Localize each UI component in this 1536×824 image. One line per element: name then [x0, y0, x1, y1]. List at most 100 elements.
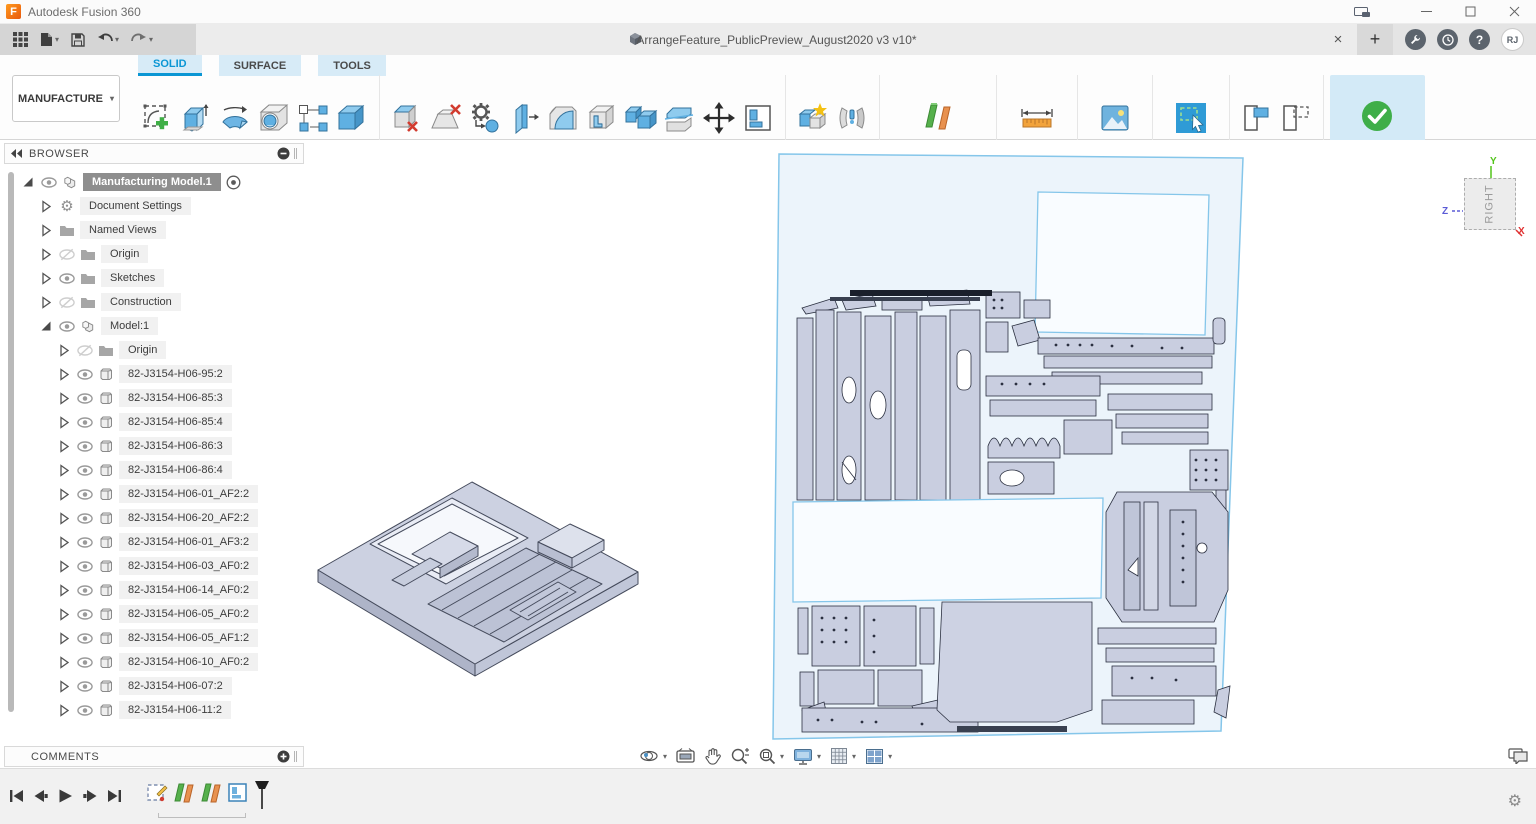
- visibility-eye-icon[interactable]: [77, 680, 93, 693]
- expand-arrow-icon[interactable]: [56, 368, 72, 381]
- select-icon[interactable]: [1173, 100, 1209, 136]
- timeline-arrange-icon[interactable]: [227, 781, 249, 805]
- visibility-eye-icon[interactable]: [77, 512, 93, 525]
- activate-component-radio-icon[interactable]: [226, 175, 242, 190]
- visibility-eye-icon[interactable]: [77, 704, 93, 717]
- expand-arrow-icon[interactable]: [56, 656, 72, 669]
- split-body-icon[interactable]: [662, 100, 698, 136]
- expand-arrow-icon[interactable]: [38, 224, 54, 237]
- close-document-icon[interactable]: ×: [1327, 31, 1349, 48]
- expand-arrow-icon[interactable]: [56, 608, 72, 621]
- tab-surface[interactable]: SURFACE: [219, 55, 302, 76]
- extensions-icon[interactable]: [1405, 29, 1426, 50]
- tree-row-82-j3154-h06-05-af0-2[interactable]: 82-J3154-H06-05_AF0:2: [18, 602, 304, 626]
- insert-image-icon[interactable]: [1097, 100, 1133, 136]
- tab-solid[interactable]: SOLID: [138, 55, 202, 76]
- revert-position-icon[interactable]: [1278, 100, 1314, 136]
- new-document-tab-button[interactable]: +: [1357, 24, 1393, 55]
- comment-bubble-icon[interactable]: [1508, 748, 1528, 769]
- viewcube-face[interactable]: RIGHT: [1464, 178, 1516, 230]
- visibility-eye-icon[interactable]: [77, 656, 93, 669]
- viewcube[interactable]: RIGHT Y Z X: [1442, 158, 1534, 244]
- tree-row-origin[interactable]: Origin: [18, 242, 304, 266]
- create-sketch-icon[interactable]: [139, 100, 175, 136]
- visibility-eye-icon[interactable]: [77, 488, 93, 501]
- redo-icon[interactable]: ▾: [126, 28, 158, 52]
- tree-row-origin[interactable]: Origin: [18, 338, 304, 362]
- move-copy-icon[interactable]: [701, 100, 737, 136]
- expand-arrow-icon[interactable]: [56, 440, 72, 453]
- visibility-eye-icon[interactable]: [77, 464, 93, 477]
- tree-row-82-j3154-h06-07-2[interactable]: 82-J3154-H06-07:2: [18, 674, 304, 698]
- comments-header[interactable]: COMMENTS: [4, 746, 304, 767]
- visibility-eye-icon[interactable]: [77, 392, 93, 405]
- minimize-button[interactable]: [1404, 0, 1448, 23]
- change-parameters-icon[interactable]: [467, 100, 503, 136]
- new-file-icon[interactable]: ▾: [35, 28, 64, 52]
- tree-row-82-j3154-h06-85-4[interactable]: 82-J3154-H06-85:4: [18, 410, 304, 434]
- maximize-button[interactable]: [1448, 0, 1492, 23]
- add-comment-icon[interactable]: [277, 750, 290, 763]
- fit-icon[interactable]: ▾: [756, 746, 786, 766]
- visibility-eye-icon[interactable]: [77, 584, 93, 597]
- hole-icon[interactable]: [256, 100, 292, 136]
- capture-position-icon[interactable]: [1239, 100, 1275, 136]
- tree-row-manufacturing-model-1[interactable]: Manufacturing Model.1: [18, 170, 304, 194]
- expand-arrow-icon[interactable]: [56, 536, 72, 549]
- visibility-eye-icon[interactable]: [77, 440, 93, 453]
- tree-row-82-j3154-h06-86-3[interactable]: 82-J3154-H06-86:3: [18, 434, 304, 458]
- tree-row-82-j3154-h06-14-af0-2[interactable]: 82-J3154-H06-14_AF0:2: [18, 578, 304, 602]
- minimize-panel-icon[interactable]: [277, 147, 290, 160]
- tree-row-sketches[interactable]: Sketches: [18, 266, 304, 290]
- expand-arrow-icon[interactable]: [38, 272, 54, 285]
- visibility-eye-icon[interactable]: [77, 632, 93, 645]
- tree-scrollbar[interactable]: [8, 172, 14, 712]
- expand-arrow-icon[interactable]: [56, 464, 72, 477]
- tree-row-82-j3154-h06-05-af1-2[interactable]: 82-J3154-H06-05_AF1:2: [18, 626, 304, 650]
- app-grid-icon[interactable]: [8, 28, 33, 52]
- user-avatar[interactable]: RJ: [1501, 28, 1524, 51]
- zoom-icon[interactable]: [728, 746, 751, 766]
- expand-arrow-icon[interactable]: [56, 416, 72, 429]
- step-forward-icon[interactable]: [83, 789, 97, 803]
- box-primitive-icon[interactable]: [334, 100, 370, 136]
- fillet-icon[interactable]: [545, 100, 581, 136]
- expand-arrow-icon[interactable]: [56, 344, 72, 357]
- tree-row-document-settings[interactable]: ⚙Document Settings: [18, 194, 304, 218]
- timeline-sketch-icon[interactable]: [146, 781, 168, 805]
- undo-icon[interactable]: ▾: [92, 28, 124, 52]
- close-window-button[interactable]: [1492, 0, 1536, 23]
- visibility-eye-icon[interactable]: [59, 320, 75, 333]
- shell-icon[interactable]: [584, 100, 620, 136]
- measure-icon[interactable]: [1019, 100, 1055, 136]
- expand-arrow-icon[interactable]: [56, 488, 72, 501]
- expand-arrow-icon[interactable]: [56, 704, 72, 717]
- timeline-plane-icon[interactable]: [173, 781, 195, 805]
- visibility-eye-icon[interactable]: [77, 344, 93, 357]
- panel-grip-handle[interactable]: [294, 148, 297, 159]
- arrange-icon[interactable]: [740, 100, 776, 136]
- combine-icon[interactable]: [623, 100, 659, 136]
- settings-gear-icon[interactable]: ⚙: [1508, 791, 1522, 811]
- expand-arrow-icon[interactable]: [20, 176, 36, 188]
- new-component-icon[interactable]: [795, 100, 831, 136]
- tree-row-82-j3154-h06-85-3[interactable]: 82-J3154-H06-85:3: [18, 386, 304, 410]
- expand-arrow-icon[interactable]: [38, 320, 54, 332]
- tree-row-82-j3154-h06-95-2[interactable]: 82-J3154-H06-95:2: [18, 362, 304, 386]
- tree-row-82-j3154-h06-11-2[interactable]: 82-J3154-H06-11:2: [18, 698, 304, 722]
- skip-start-icon[interactable]: [10, 789, 23, 803]
- timeline-plane-icon[interactable]: [200, 781, 222, 805]
- visibility-eye-icon[interactable]: [77, 536, 93, 549]
- step-back-icon[interactable]: [34, 789, 48, 803]
- pan-icon[interactable]: [702, 746, 723, 766]
- tree-row-82-j3154-h06-86-4[interactable]: 82-J3154-H06-86:4: [18, 458, 304, 482]
- browser-header[interactable]: BROWSER: [4, 143, 304, 164]
- workspace-selector[interactable]: MANUFACTURE ▾: [12, 75, 120, 122]
- visibility-eye-icon[interactable]: [59, 248, 75, 261]
- tree-row-82-j3154-h06-10-af0-2[interactable]: 82-J3154-H06-10_AF0:2: [18, 650, 304, 674]
- tree-row-model-1[interactable]: Model:1: [18, 314, 304, 338]
- visibility-eye-icon[interactable]: [77, 560, 93, 573]
- construction-plane-icon[interactable]: [920, 100, 956, 136]
- tree-row-82-j3154-h06-03-af0-2[interactable]: 82-J3154-H06-03_AF0:2: [18, 554, 304, 578]
- display-device-icon[interactable]: [1342, 6, 1382, 18]
